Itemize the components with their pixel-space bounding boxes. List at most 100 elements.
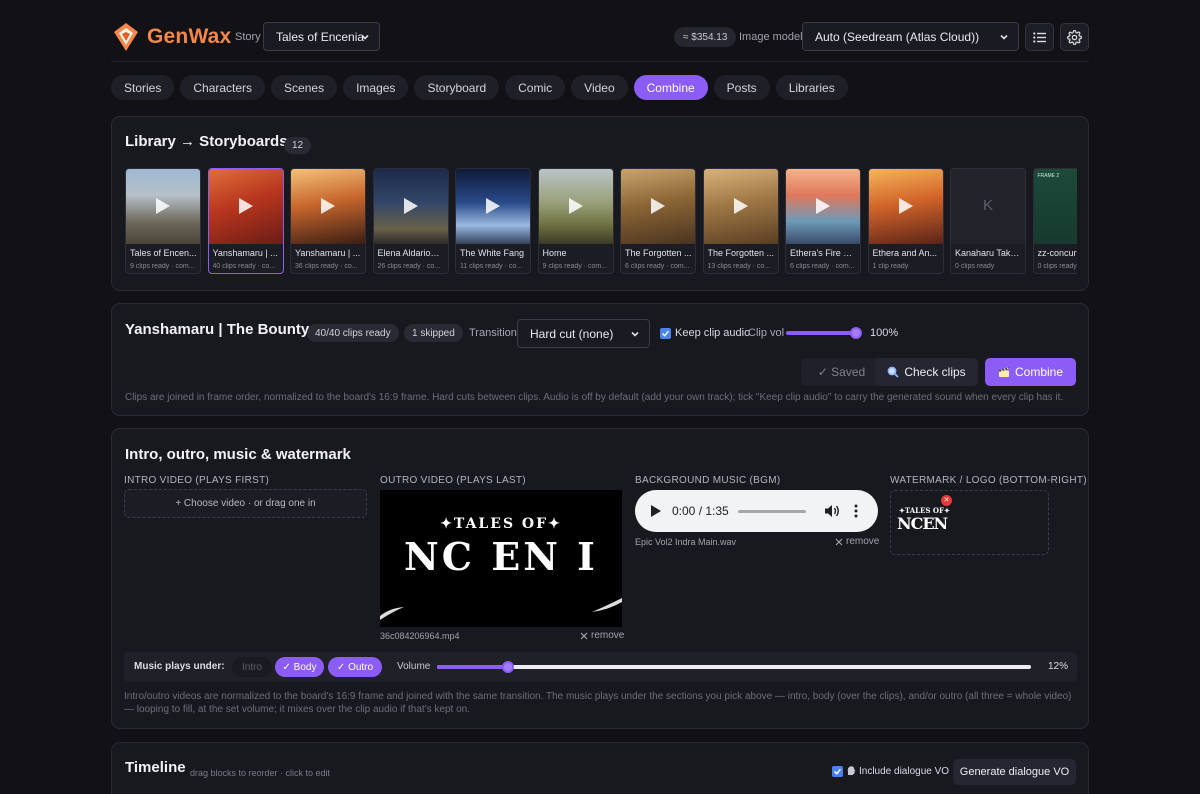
remove-bgm-button[interactable]: remove (835, 536, 879, 547)
storyboard-thumb-image (538, 169, 613, 244)
list-button[interactable] (1025, 23, 1054, 51)
story-select-value: Tales of Encenia (276, 29, 365, 44)
storyboard-thumb[interactable]: Home 9 clips ready · com... (537, 168, 614, 274)
transition-label: Transition (469, 327, 517, 339)
list-icon (1033, 31, 1046, 43)
music-seg-outro[interactable]: ✓ Outro (328, 657, 382, 677)
storyboard-thumb-image (868, 169, 943, 244)
keep-clip-audio-label: Keep clip audio (675, 327, 751, 339)
storyboard-thumb-title: Yanshamaru | ... (295, 248, 361, 258)
storyboard-thumb-status: 0 clips ready (955, 263, 995, 270)
chevron-down-icon (361, 34, 369, 40)
keep-clip-audio-checkbox[interactable] (660, 328, 671, 339)
story-select[interactable]: Tales of Encenia (263, 22, 380, 51)
storyboard-thumb-status: 9 clips ready · com... (130, 263, 195, 270)
storyboard-thumb[interactable]: Yanshamaru | ... 40 clips ready · co... (207, 168, 284, 274)
remove-bgm-label: remove (846, 536, 880, 547)
storyboard-thumb[interactable]: K Kanaharu Take... 0 clips ready (950, 168, 1026, 274)
image-model-select[interactable]: Auto (Seedream (Atlas Cloud)) (802, 22, 1019, 51)
intro-outro-music-card: Intro, outro, music & watermark INTRO VI… (111, 428, 1089, 729)
play-icon (568, 198, 583, 214)
clip-vol-slider-thumb[interactable] (850, 327, 862, 339)
storyboard-thumb-title: Kanaharu Take... (955, 248, 1022, 258)
intro-video-dropzone[interactable]: + Choose video · or drag one in (124, 489, 367, 518)
brand-name: GenWax (147, 25, 232, 48)
app-header: GenWax Story Tales of Encenia ≈ $354.13 … (111, 16, 1089, 62)
outro-file-name: 36c084206964.mp4 (380, 631, 460, 641)
chevron-down-icon (631, 331, 639, 337)
music-volume-slider[interactable] (437, 660, 1033, 674)
saved-button[interactable]: ✓ Saved (801, 358, 882, 386)
music-volume-thumb[interactable] (502, 661, 515, 673)
tab-posts[interactable]: Posts (713, 75, 770, 100)
check-clips-label: Check clips (904, 365, 966, 379)
outro-video-title: ✦TALES OF✦ (440, 516, 562, 532)
storyboard-thumb-image (621, 169, 695, 244)
timeline-hint: drag blocks to reorder · click to edit (190, 768, 331, 778)
speaking-head-icon (847, 766, 856, 775)
storyboard-thumb-image: K (951, 169, 1025, 244)
tab-comic[interactable]: Comic (505, 75, 566, 100)
storyboard-thumb-placeholder: K (982, 197, 993, 214)
tab-characters[interactable]: Characters (180, 75, 266, 100)
storyboard-thumb[interactable]: Ethera and An... 1 clip ready (867, 168, 944, 274)
clip-vol-slider[interactable] (786, 326, 862, 340)
storyboard-thumb-title: The Forgotten ... (707, 248, 775, 258)
storyboard-thumb-status: 1 clip ready (872, 263, 909, 270)
image-model-label: Image model (739, 31, 803, 43)
volume-icon[interactable] (825, 504, 840, 518)
settings-button[interactable] (1060, 23, 1089, 51)
tab-storyboard[interactable]: Storyboard (414, 75, 500, 100)
remove-outro-label: remove (591, 630, 625, 641)
outro-video-label: OUTRO VIDEO (PLAYS LAST) (380, 475, 526, 486)
bgm-file-name: Epic Vol2 Indra Main.wav (635, 537, 737, 547)
outro-video-preview[interactable]: ✦TALES OF✦ NC EN I (380, 490, 622, 627)
tab-images[interactable]: Images (343, 75, 409, 100)
play-icon[interactable] (651, 505, 661, 517)
music-volume-label: Volume (397, 661, 431, 672)
storyboard-thumb[interactable]: FRAME 2 zz-concur 0 clips ready (1032, 168, 1077, 274)
music-seg-body[interactable]: ✓ Body (275, 657, 324, 677)
board-hint: Clips are joined in frame order, normali… (125, 392, 1064, 403)
remove-watermark-button[interactable]: ✕ (941, 495, 952, 506)
play-icon (898, 198, 913, 214)
storyboard-thumb-image (291, 169, 365, 244)
storyboard-thumb-image: FRAME 2 (1033, 169, 1077, 244)
watermark-dropzone[interactable]: ✦TALES OF✦ NCEN ✕ (890, 490, 1049, 555)
storyboard-thumb[interactable]: The Forgotten ... 13 clips ready · co... (702, 168, 779, 274)
tab-stories[interactable]: Stories (111, 75, 175, 100)
storyboard-thumb[interactable]: Elena Aldarion ... 26 clips ready · co... (372, 168, 449, 274)
close-icon (835, 538, 843, 545)
storyboard-thumb[interactable]: Yanshamaru | ... 36 clips ready · co... (290, 168, 366, 274)
storyboard-thumb-image (456, 169, 530, 244)
generate-dialogue-vo-button[interactable]: Generate dialogue VO (953, 759, 1076, 785)
combine-button[interactable]: Combine (985, 358, 1076, 386)
tab-combine[interactable]: Combine (633, 75, 708, 100)
check-icon (833, 768, 842, 775)
storyboard-thumb-status: 6 clips ready · com... (790, 263, 855, 270)
storyboard-thumb-image (208, 169, 283, 244)
include-dialogue-vo-checkbox[interactable] (832, 766, 843, 777)
bgm-seek-bar[interactable] (738, 510, 806, 513)
storyboard-thumb[interactable]: Tales of Encen... 9 clips ready · com... (125, 168, 201, 274)
storyboard-thumb[interactable]: The Forgotten ... 6 clips ready · com... (620, 168, 696, 274)
play-icon (156, 198, 170, 214)
watermark-logo: ✦TALES OF✦ NCEN (897, 503, 957, 539)
storyboard-thumb[interactable]: Ethera's Fire —... 6 clips ready · com... (785, 168, 861, 274)
transition-select[interactable]: Hard cut (none) (517, 319, 650, 348)
remove-outro-button[interactable]: remove (580, 630, 624, 641)
tab-video[interactable]: Video (571, 75, 628, 100)
check-clips-button[interactable]: Check clips (875, 358, 978, 386)
play-icon (321, 198, 335, 214)
storyboard-thumb-image (703, 169, 778, 244)
storyboard-thumb-image (786, 169, 860, 244)
tab-libraries[interactable]: Libraries (775, 75, 848, 100)
intro-outro-title: Intro, outro, music & watermark (125, 446, 351, 463)
more-options-icon[interactable] (854, 504, 858, 518)
genwax-logo-icon (114, 23, 138, 51)
storyboard-thumb[interactable]: The White Fang 11 clips ready · co... (455, 168, 531, 274)
storyboard-thumb-title: Tales of Encen... (130, 248, 197, 258)
music-seg-intro[interactable]: Intro (232, 657, 272, 677)
tab-scenes[interactable]: Scenes (271, 75, 338, 100)
storyboard-thumb-title: The White Fang (460, 248, 525, 258)
